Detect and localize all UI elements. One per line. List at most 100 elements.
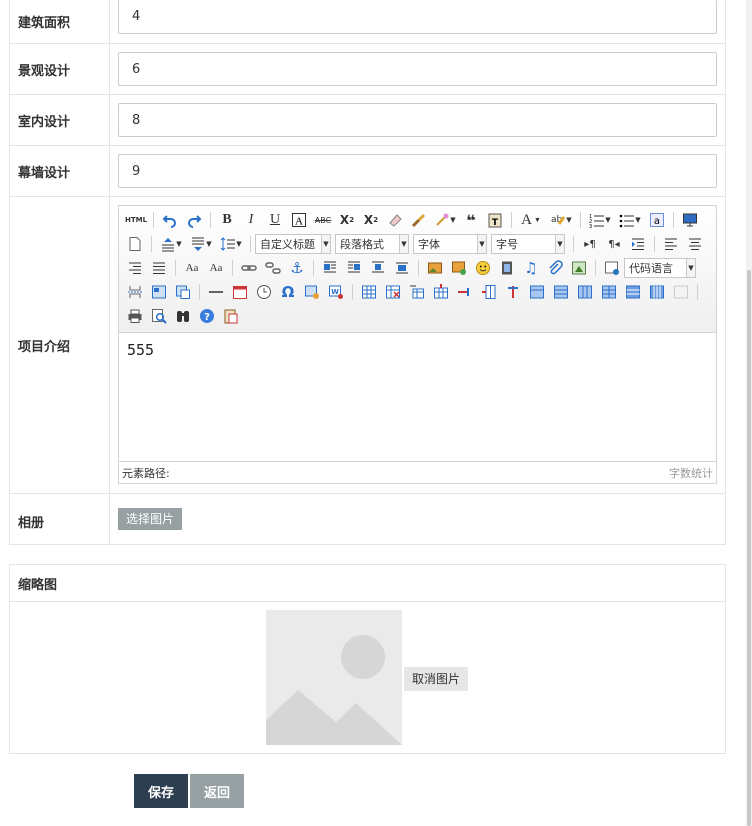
- map-icon[interactable]: [569, 258, 589, 278]
- unordered-list-icon[interactable]: ▼: [617, 210, 643, 230]
- font-color-icon[interactable]: A ▼: [518, 210, 544, 230]
- indent-icon[interactable]: [628, 234, 648, 254]
- snapscreen-icon[interactable]: [302, 282, 322, 302]
- special-chars-icon[interactable]: Ω: [278, 282, 298, 302]
- field-row-curtain-wall: 幕墙设计 9: [10, 145, 725, 196]
- code-language-select[interactable]: 代码语言 ▼: [624, 258, 696, 278]
- eraser-icon[interactable]: [385, 210, 405, 230]
- delete-table-icon[interactable]: [383, 282, 403, 302]
- delete-row-icon[interactable]: [455, 282, 475, 302]
- split-cells-icon[interactable]: [599, 282, 619, 302]
- cell-props-icon[interactable]: [671, 282, 691, 302]
- video-icon[interactable]: [497, 258, 517, 278]
- line-height-icon[interactable]: ▼: [218, 234, 244, 254]
- merge-cells-icon[interactable]: [527, 282, 547, 302]
- custom-title-select[interactable]: 自定义标题 ▼: [255, 234, 331, 254]
- print-icon[interactable]: [125, 306, 145, 326]
- image-float-left-icon[interactable]: [344, 258, 364, 278]
- page-break-icon[interactable]: [125, 282, 145, 302]
- subscript-icon[interactable]: X2: [361, 210, 381, 230]
- word-image-icon[interactable]: W: [326, 282, 346, 302]
- rtl-icon[interactable]: ¶◂: [604, 234, 624, 254]
- anchor-icon[interactable]: ⚓: [287, 258, 307, 278]
- date-icon[interactable]: [230, 282, 250, 302]
- ordered-list-icon[interactable]: 1 2 3 ▼: [587, 210, 613, 230]
- image-center-icon[interactable]: [392, 258, 412, 278]
- align-center-icon[interactable]: [685, 234, 705, 254]
- lowercase-icon[interactable]: Aa: [206, 258, 226, 278]
- superscript-icon[interactable]: X2: [337, 210, 357, 230]
- editor-toolbar: HTML B I U A ABC X2 X2 ▼ ❝ T A ▼ ab ▼ 1 …: [119, 206, 716, 333]
- ltr-icon[interactable]: ▸¶: [580, 234, 600, 254]
- align-justify-icon[interactable]: [149, 258, 169, 278]
- merge-right-icon[interactable]: [551, 282, 571, 302]
- bold-icon[interactable]: B: [217, 210, 237, 230]
- image-float-right-icon[interactable]: [368, 258, 388, 278]
- auto-format-icon[interactable]: ▼: [433, 210, 457, 230]
- split-rows-icon[interactable]: [623, 282, 643, 302]
- font-size-select[interactable]: 字号 ▼: [491, 234, 565, 254]
- horizontal-rule-icon[interactable]: [206, 282, 226, 302]
- curtain-wall-input[interactable]: 9: [118, 154, 717, 188]
- back-button[interactable]: 返回: [190, 774, 244, 808]
- field-label: 景观设计: [10, 44, 110, 94]
- editor-content[interactable]: 555: [119, 333, 716, 461]
- html-source-icon[interactable]: HTML: [125, 210, 147, 230]
- field-label: 室内设计: [10, 95, 110, 145]
- row-spacing-top-icon[interactable]: ▼: [158, 234, 184, 254]
- split-cols-icon[interactable]: [647, 282, 667, 302]
- attachment-icon[interactable]: [545, 258, 565, 278]
- special-char-a-icon[interactable]: a: [647, 210, 667, 230]
- rich-text-editor: HTML B I U A ABC X2 X2 ▼ ❝ T A ▼ ab ▼ 1 …: [118, 205, 717, 484]
- time-icon[interactable]: [254, 282, 274, 302]
- new-document-icon[interactable]: [125, 234, 145, 254]
- paste-plain-icon[interactable]: T: [485, 210, 505, 230]
- insert-frame-icon[interactable]: [602, 258, 622, 278]
- blockquote-icon[interactable]: ❝: [461, 210, 481, 230]
- row-spacing-bottom-icon[interactable]: ▼: [188, 234, 214, 254]
- italic-icon[interactable]: I: [241, 210, 261, 230]
- building-area-input[interactable]: 4: [118, 0, 717, 34]
- unlink-icon[interactable]: [263, 258, 283, 278]
- multi-image-icon[interactable]: [449, 258, 469, 278]
- interior-design-input[interactable]: 8: [118, 103, 717, 137]
- landscape-design-input[interactable]: 6: [118, 52, 717, 86]
- insert-row-icon[interactable]: [431, 282, 451, 302]
- link-icon[interactable]: [239, 258, 259, 278]
- scrollbar-thumb[interactable]: [747, 270, 751, 826]
- save-button[interactable]: 保存: [134, 774, 188, 808]
- help-icon[interactable]: ?: [197, 306, 217, 326]
- delete-col-icon[interactable]: [503, 282, 523, 302]
- preview-icon[interactable]: [149, 306, 169, 326]
- underline-icon[interactable]: U: [265, 210, 285, 230]
- align-left-icon[interactable]: [661, 234, 681, 254]
- image-placeholder-icon[interactable]: [266, 610, 402, 745]
- merge-down-icon[interactable]: [575, 282, 595, 302]
- image-float-none-icon[interactable]: [320, 258, 340, 278]
- cancel-image-button[interactable]: 取消图片: [404, 667, 469, 691]
- highlight-color-icon[interactable]: ab ▼: [548, 210, 574, 230]
- redo-icon[interactable]: [184, 210, 204, 230]
- field-label: 项目介绍: [10, 197, 110, 493]
- music-icon[interactable]: ♫: [521, 258, 541, 278]
- uppercase-icon[interactable]: Aa: [182, 258, 202, 278]
- align-right-icon[interactable]: [125, 258, 145, 278]
- insert-table-icon[interactable]: [359, 282, 379, 302]
- format-brush-icon[interactable]: [409, 210, 429, 230]
- template-icon[interactable]: [149, 282, 169, 302]
- background-icon[interactable]: [173, 282, 193, 302]
- insert-paragraph-before-table-icon[interactable]: [407, 282, 427, 302]
- drafts-icon[interactable]: [221, 306, 241, 326]
- font-family-select[interactable]: 字体 ▼: [413, 234, 487, 254]
- svg-text:?: ?: [204, 312, 210, 323]
- search-replace-icon[interactable]: [173, 306, 193, 326]
- paragraph-format-select[interactable]: 段落格式 ▼: [335, 234, 409, 254]
- insert-col-icon[interactable]: [479, 282, 499, 302]
- preview-monitor-icon[interactable]: [680, 210, 700, 230]
- font-border-icon[interactable]: A: [289, 210, 309, 230]
- select-image-button[interactable]: 选择图片: [118, 508, 183, 530]
- undo-icon[interactable]: [160, 210, 180, 230]
- strikethrough-icon[interactable]: ABC: [313, 210, 333, 230]
- emotion-icon[interactable]: [473, 258, 493, 278]
- insert-image-icon[interactable]: [425, 258, 445, 278]
